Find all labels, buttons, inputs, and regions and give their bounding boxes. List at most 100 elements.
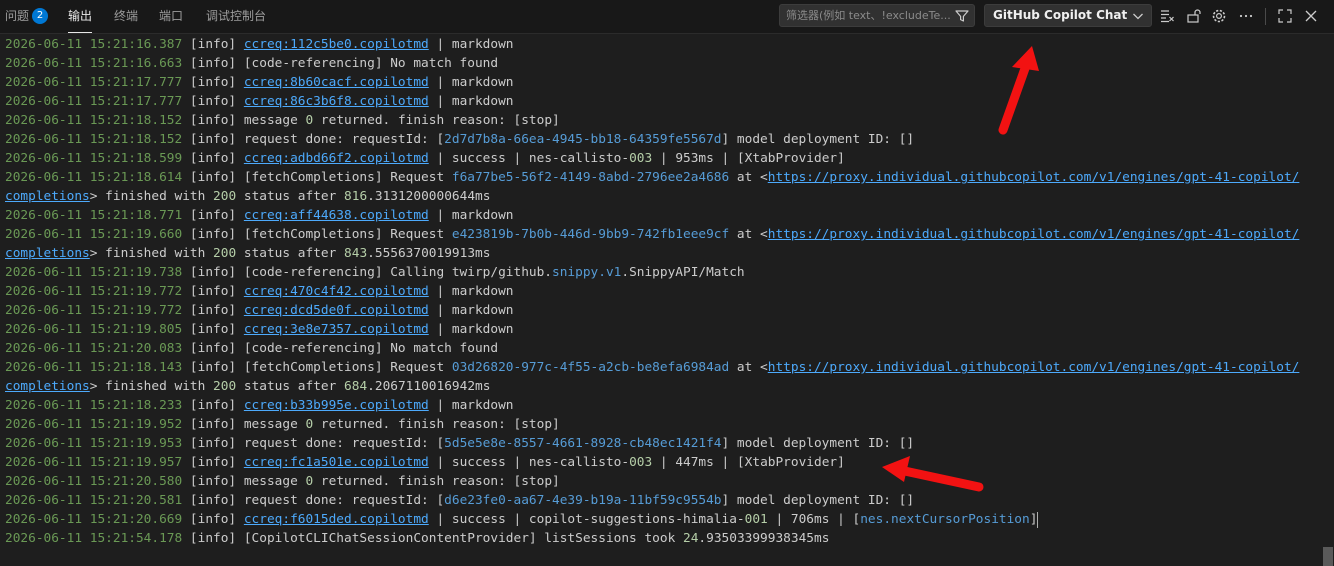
- log-id: nes.nextCursorPosition: [860, 512, 1030, 527]
- close-icon[interactable]: [1302, 7, 1320, 25]
- log-text: returned. finish reason: [stop]: [313, 113, 560, 128]
- filter-input[interactable]: [780, 5, 956, 26]
- log-link[interactable]: ccreq:fc1a501e.copilotmd: [244, 455, 429, 470]
- lock-icon[interactable]: [1185, 7, 1203, 25]
- log-link[interactable]: https://proxy.individual.githubcopilot.c…: [768, 170, 1300, 185]
- log-timestamp: 2026-06-11 15:21:18.771: [5, 208, 183, 223]
- tab-terminal[interactable]: 终端: [114, 0, 138, 33]
- log-id: f6a77be5-56f2-4149-8abd-2796ee2a4686: [451, 170, 730, 185]
- log-text: [info] message: [182, 417, 306, 432]
- log-timestamp: 2026-06-11 15:21:16.387: [5, 37, 183, 52]
- filter-icon[interactable]: [954, 8, 970, 24]
- log-text: | markdown: [428, 398, 514, 413]
- vertical-scrollbar[interactable]: [1320, 35, 1334, 566]
- log-line: 2026-06-11 15:21:20.669 [info] ccreq:f60…: [0, 510, 1320, 529]
- log-timestamp: 2026-06-11 15:21:18.233: [5, 398, 183, 413]
- output-channel-label: GitHub Copilot Chat: [993, 8, 1128, 22]
- log-timestamp: 2026-06-11 15:21:19.660: [5, 227, 183, 242]
- log-link[interactable]: ccreq:aff44638.copilotmd: [244, 208, 429, 223]
- log-text: .93503399938345ms: [698, 531, 830, 546]
- scrollbar-thumb[interactable]: [1323, 547, 1333, 566]
- log-text: ] model deployment ID: []: [721, 436, 915, 451]
- log-link[interactable]: completions: [5, 189, 90, 204]
- chevron-down-icon: [1130, 8, 1146, 24]
- log-number: 816: [344, 189, 368, 204]
- tab-debug-console[interactable]: 调试控制台: [206, 0, 266, 33]
- log-text: | markdown: [428, 94, 514, 109]
- clear-output-icon[interactable]: [1158, 7, 1176, 25]
- log-text: [info] request done: requestId: [: [182, 132, 445, 147]
- log-text: [info] [code-referencing] No match found: [182, 56, 499, 71]
- log-text: [info]: [182, 208, 244, 223]
- problems-count-badge: 2: [32, 7, 49, 24]
- log-text: at <: [729, 170, 768, 185]
- log-id: 2d7d7b8a-66ea-4945-bb18-64359fe5567d: [444, 132, 722, 147]
- log-line: 2026-06-11 15:21:18.771 [info] ccreq:aff…: [0, 206, 1320, 225]
- log-text: .2067110016942ms: [367, 379, 491, 394]
- log-text: at <: [729, 360, 768, 375]
- log-text: | 706ms | [: [767, 512, 861, 527]
- tab-problems[interactable]: 问题 2: [5, 0, 49, 33]
- log-timestamp: 2026-06-11 15:21:20.581: [5, 493, 183, 508]
- log-text: [info]: [182, 322, 244, 337]
- log-line: 2026-06-11 15:21:19.957 [info] ccreq:fc1…: [0, 453, 1320, 472]
- log-timestamp: 2026-06-11 15:21:17.777: [5, 75, 183, 90]
- maximize-icon[interactable]: [1276, 7, 1294, 25]
- log-text: | 953ms | [XtabProvider]: [652, 151, 845, 166]
- log-link[interactable]: ccreq:adbd66f2.copilotmd: [244, 151, 429, 166]
- log-link[interactable]: ccreq:f6015ded.copilotmd: [244, 512, 429, 527]
- log-text: ] model deployment ID: []: [721, 493, 915, 508]
- log-timestamp: 2026-06-11 15:21:19.957: [5, 455, 183, 470]
- log-timestamp: 2026-06-11 15:21:19.772: [5, 284, 183, 299]
- log-line: 2026-06-11 15:21:18.233 [info] ccreq:b33…: [0, 396, 1320, 415]
- log-text: [info] [code-referencing] Calling twirp/…: [182, 265, 553, 280]
- log-text: > finished with: [89, 189, 214, 204]
- gear-icon[interactable]: [1210, 7, 1228, 25]
- tab-ports[interactable]: 端口: [159, 0, 183, 33]
- tab-debug-console-label: 调试控制台: [206, 9, 267, 23]
- log-text: status after: [236, 246, 345, 261]
- log-line: 2026-06-11 15:21:18.152 [info] request d…: [0, 130, 1320, 149]
- log-number: 001: [744, 512, 768, 527]
- log-link[interactable]: completions: [5, 379, 90, 394]
- log-timestamp: 2026-06-11 15:21:54.178: [5, 531, 183, 546]
- log-text: [info]: [182, 151, 244, 166]
- log-number: 843: [344, 246, 368, 261]
- output-channel-select[interactable]: GitHub Copilot Chat: [984, 4, 1152, 27]
- panel-tab-bar: 问题2 输出 终端 端口 调试控制台 GitHub Copilot Chat: [0, 0, 1334, 34]
- log-text: ]: [1029, 512, 1038, 527]
- output-log[interactable]: 2026-06-11 15:21:16.387 [info] ccreq:112…: [0, 35, 1320, 566]
- log-link[interactable]: https://proxy.individual.githubcopilot.c…: [768, 360, 1300, 375]
- log-line: 2026-06-11 15:21:18.143 [info] [fetchCom…: [0, 358, 1320, 377]
- log-line: 2026-06-11 15:21:19.738 [info] [code-ref…: [0, 263, 1320, 282]
- log-text: [info] message: [182, 113, 306, 128]
- log-link[interactable]: ccreq:470c4f42.copilotmd: [244, 284, 429, 299]
- log-number: 003: [629, 151, 653, 166]
- log-timestamp: 2026-06-11 15:21:20.083: [5, 341, 183, 356]
- log-text: | markdown: [428, 75, 514, 90]
- log-text: [info]: [182, 37, 244, 52]
- log-link[interactable]: ccreq:112c5be0.copilotmd: [244, 37, 429, 52]
- log-line: 2026-06-11 15:21:19.772 [info] ccreq:dcd…: [0, 301, 1320, 320]
- log-link[interactable]: completions: [5, 246, 90, 261]
- log-link[interactable]: ccreq:dcd5de0f.copilotmd: [244, 303, 429, 318]
- log-text: [info] [CopilotCLIChatSessionContentProv…: [182, 531, 683, 546]
- log-text: | success | nes-callisto-: [428, 151, 630, 166]
- log-link[interactable]: ccreq:3e8e7357.copilotmd: [244, 322, 429, 337]
- log-link[interactable]: ccreq:8b60cacf.copilotmd: [244, 75, 429, 90]
- log-link[interactable]: ccreq:b33b995e.copilotmd: [244, 398, 429, 413]
- log-line: 2026-06-11 15:21:19.952 [info] message 0…: [0, 415, 1320, 434]
- log-timestamp: 2026-06-11 15:21:16.663: [5, 56, 183, 71]
- log-line: 2026-06-11 15:21:20.083 [info] [code-ref…: [0, 339, 1320, 358]
- log-number: 003: [629, 455, 653, 470]
- log-link[interactable]: https://proxy.individual.githubcopilot.c…: [768, 227, 1300, 242]
- more-icon[interactable]: [1237, 7, 1255, 25]
- log-text: [info]: [182, 94, 244, 109]
- tab-output[interactable]: 输出: [68, 0, 93, 33]
- log-text: [info] [code-referencing] No match found: [182, 341, 499, 356]
- log-link[interactable]: ccreq:86c3b6f8.copilotmd: [244, 94, 429, 109]
- log-text: .SnippyAPI/Match: [621, 265, 745, 280]
- log-text: [info] message: [182, 474, 306, 489]
- log-timestamp: 2026-06-11 15:21:18.614: [5, 170, 183, 185]
- log-text: > finished with: [89, 246, 214, 261]
